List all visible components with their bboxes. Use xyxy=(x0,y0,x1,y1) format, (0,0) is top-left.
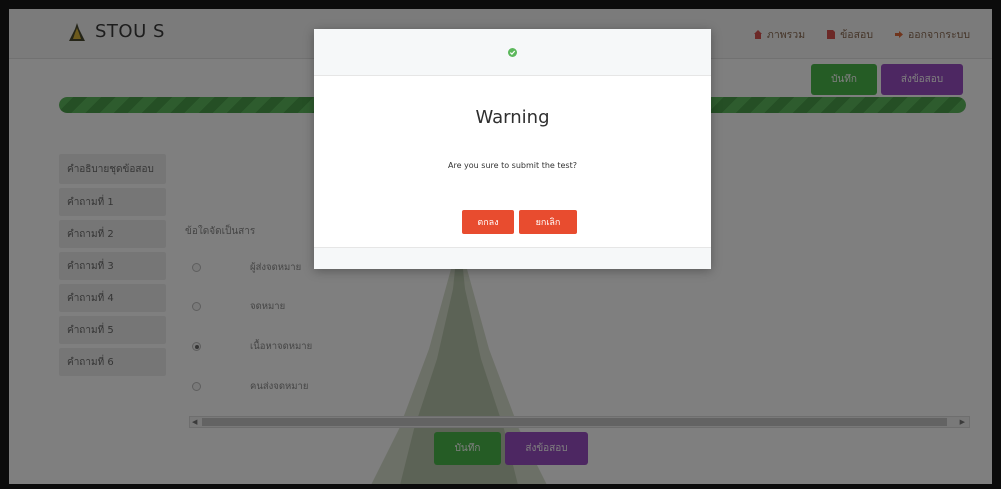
dialog-title: Warning xyxy=(475,107,550,128)
dialog-footer xyxy=(314,247,711,269)
dialog-buttons: ตกลง ยกเลิก xyxy=(462,210,577,234)
confirm-dialog: Warning Are you sure to submit the test?… xyxy=(314,29,711,269)
dialog-message: Are you sure to submit the test? xyxy=(448,161,577,170)
ok-button[interactable]: ตกลง xyxy=(462,210,514,234)
cancel-button[interactable]: ยกเลิก xyxy=(519,210,577,234)
exam-page: STOU S ภาพรวม ข้อสอบ ออกจากระบบ บันทึก xyxy=(9,9,992,484)
screen-frame: STOU S ภาพรวม ข้อสอบ ออกจากระบบ บันทึก xyxy=(0,0,1001,489)
dialog-header xyxy=(314,29,711,76)
check-circle-icon xyxy=(508,47,517,57)
